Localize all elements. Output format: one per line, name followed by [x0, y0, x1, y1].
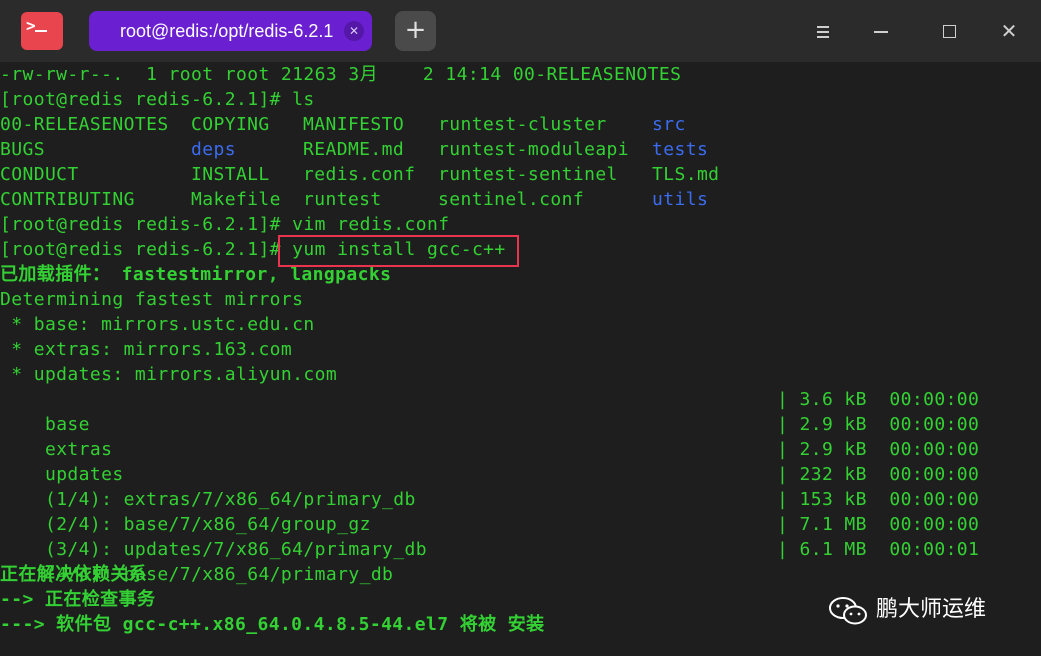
download-row: (4/4): base/7/x86_64/primary_db | 6.1 MB… [0, 537, 1041, 585]
download-row: (3/4): updates/7/x86_64/primary_db | 7.1… [0, 512, 1041, 560]
ls-row: CONTRIBUTING Makefile runtest sentinel.c… [0, 187, 1041, 212]
ls-entry: CONTRIBUTING [0, 189, 135, 210]
download-size: | 2.9 kB [777, 414, 867, 435]
maximize-icon[interactable] [936, 18, 962, 44]
download-time: 00:00:00 [889, 514, 980, 535]
download-row: extras | 2.9 kB 00:00:00 [0, 412, 1041, 460]
tab-title: root@redis:/opt/redis-6.2.1 [120, 21, 334, 41]
download-time: 00:00:00 [889, 414, 980, 435]
download-time: 00:00:00 [889, 464, 980, 485]
download-size: | 232 kB [777, 464, 867, 485]
download-stats: | 2.9 kB 00:00:00 [777, 412, 979, 437]
terminal-line: [root@redis redis-6.2.1]# ls [0, 89, 315, 110]
download-stats: | 7.1 MB 00:00:00 [777, 512, 979, 537]
terminal-line: [root@redis redis-6.2.1]# vim redis.conf [0, 214, 450, 235]
ls-entry: BUGS [0, 139, 45, 160]
minimize-icon[interactable] [868, 18, 894, 44]
tab-dropdown-icon[interactable] [810, 18, 836, 44]
ls-entry: Makefile [191, 189, 281, 210]
new-tab-button[interactable]: + [395, 11, 436, 51]
terminal-app-icon[interactable]: > [21, 12, 63, 50]
download-size: | 6.1 MB [777, 539, 867, 560]
download-size: | 7.1 MB [777, 514, 867, 535]
terminal-output[interactable]: -rw-rw-r--. 1 root root 21263 3月 2 14:14… [0, 62, 1041, 656]
download-time: 00:00:00 [889, 389, 980, 410]
download-row: updates | 2.9 kB 00:00:00 [0, 437, 1041, 485]
terminal-line: * extras: mirrors.163.com [0, 339, 293, 360]
ls-entry: utils [652, 189, 709, 210]
download-row: (2/4): base/7/x86_64/group_gz | 153 kB 0… [0, 487, 1041, 535]
ls-entry: runtest [303, 189, 382, 210]
ls-entry: runtest-sentinel [438, 164, 618, 185]
terminal-line: ---> 软件包 gcc-c++.x86_64.0.4.8.5-44.el7 将… [0, 614, 545, 635]
highlight-box [278, 235, 519, 267]
ls-entry: MANIFESTO [303, 114, 405, 135]
ls-entry: src [652, 114, 686, 135]
ls-entry: INSTALL [191, 164, 270, 185]
terminal-line: -rw-rw-r--. 1 root root 21263 3月 2 14:14… [0, 64, 682, 85]
download-row: base | 3.6 kB 00:00:00 [0, 387, 1041, 435]
download-time: 00:00:00 [889, 439, 980, 460]
terminal-line: Determining fastest mirrors [0, 289, 304, 310]
download-stats: | 3.6 kB 00:00:00 [777, 387, 979, 412]
ls-row: 00-RELEASENOTES COPYING MANIFESTO runtes… [0, 112, 1041, 137]
ls-row: CONDUCT INSTALL redis.conf runtest-senti… [0, 162, 1041, 187]
download-size: | 3.6 kB [777, 389, 867, 410]
ls-entry: sentinel.conf [438, 189, 585, 210]
ls-entry: runtest-cluster [438, 114, 607, 135]
ls-entry: runtest-moduleapi [438, 139, 630, 160]
terminal-line: * base: mirrors.ustc.edu.cn [0, 314, 315, 335]
download-stats: | 232 kB 00:00:00 [777, 462, 979, 487]
download-time: 00:00:00 [889, 489, 980, 510]
ls-entry: redis.conf [303, 164, 416, 185]
ls-entry: 00-RELEASENOTES [0, 114, 169, 135]
terminal-line: --> 正在检查事务 [0, 589, 156, 610]
download-stats: | 6.1 MB 00:00:01 [777, 537, 979, 562]
ls-entry: TLS.md [652, 164, 720, 185]
window-close-icon[interactable]: ✕ [996, 18, 1022, 44]
ls-entry: CONDUCT [0, 164, 79, 185]
tab-redis-session[interactable]: root@redis:/opt/redis-6.2.1 ✕ [89, 11, 372, 51]
ls-entry: deps [191, 139, 236, 160]
ls-entry: COPYING [191, 114, 270, 135]
wechat-icon [829, 597, 867, 625]
terminal-line: * updates: mirrors.aliyun.com [0, 364, 338, 385]
download-size: | 2.9 kB [777, 439, 867, 460]
watermark-text: 鹏大师运维 [876, 597, 987, 622]
title-bar: > root@redis:/opt/redis-6.2.1 ✕ + ✕ [0, 0, 1041, 62]
ls-entry: tests [652, 139, 709, 160]
ls-entry: README.md [303, 139, 405, 160]
ls-row: BUGS deps README.md runtest-moduleapi te… [0, 137, 1041, 162]
download-size: | 153 kB [777, 489, 867, 510]
terminal-line: 正在解决依赖关系 [0, 564, 148, 585]
download-stats: | 153 kB 00:00:00 [777, 487, 979, 512]
tab-close-icon[interactable]: ✕ [344, 21, 364, 41]
download-row: (1/4): extras/7/x86_64/primary_db | 232 … [0, 462, 1041, 510]
download-time: 00:00:01 [889, 539, 980, 560]
download-stats: | 2.9 kB 00:00:00 [777, 437, 979, 462]
